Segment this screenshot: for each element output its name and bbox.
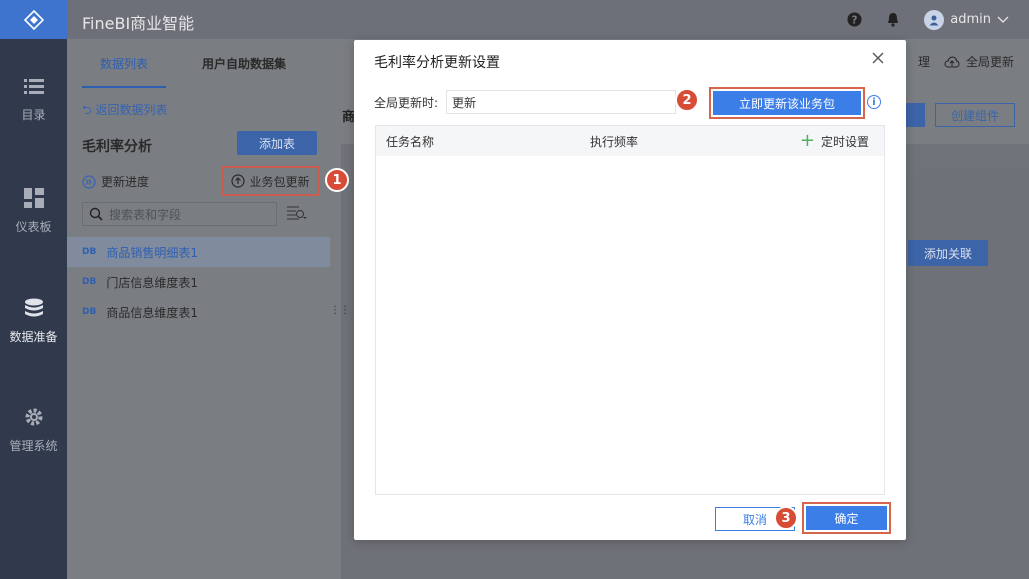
tab-self-service-dataset[interactable]: 用户自助数据集 — [202, 55, 286, 88]
pack-update-label: 业务包更新 — [249, 174, 310, 189]
chevron-down-icon — [997, 16, 1009, 23]
list-icon — [23, 79, 44, 94]
search-icon — [89, 207, 103, 221]
gear-icon — [25, 408, 42, 426]
table-list-item[interactable]: DB 门店信息维度表1 — [67, 267, 330, 297]
global-update-label: 全局更新时: — [374, 96, 439, 110]
table-name: 门店信息维度表1 — [106, 275, 198, 290]
schedule-label: 定时设置 — [820, 134, 869, 149]
back-label: 返回数据列表 — [95, 103, 168, 117]
step-badge-2: 2 — [675, 88, 699, 112]
close-icon[interactable] — [872, 52, 884, 64]
confirm-button[interactable]: 确定 — [802, 502, 891, 534]
user-icon — [929, 15, 939, 25]
add-relation-button[interactable]: 添加关联 — [908, 240, 988, 266]
back-to-data-list-link[interactable]: ⮌ 返回数据列表 — [82, 101, 167, 122]
add-table-button[interactable]: 添加表 — [237, 131, 317, 155]
svg-text:?: ? — [852, 14, 858, 26]
plus-icon: + — [799, 130, 815, 151]
info-icon[interactable]: i — [867, 95, 881, 109]
db-tag-icon: DB — [82, 277, 97, 287]
back-arrow-icon: ⮌ — [82, 103, 92, 117]
step-badge-3: 3 — [774, 506, 798, 530]
nav-item-catalog[interactable]: 目录 — [0, 78, 67, 123]
task-table-header: 任务名称 执行频率 + 定时设置 — [376, 126, 884, 156]
top-header: FineBI商业智能 ? admin — [67, 0, 1029, 39]
nav-item-data-prep[interactable]: 数据准备 — [0, 298, 67, 345]
search-tables-input[interactable]: 搜索表和字段 — [82, 202, 277, 226]
left-navigation: 目录 仪表板 数据准备 管理系统 — [0, 0, 67, 579]
partial-action-label: 理 — [917, 55, 930, 69]
filter-icon[interactable] — [287, 206, 307, 220]
global-update-button[interactable]: 全局更新 — [944, 53, 1014, 70]
help-icon[interactable]: ? — [847, 12, 862, 27]
data-list-panel: 数据列表 用户自助数据集 ⮌ 返回数据列表 毛利率分析 添加表 更新进度 业务包… — [67, 39, 330, 579]
step-badge-1: 1 — [325, 168, 349, 192]
nav-label: 仪表板 — [15, 220, 52, 234]
create-component-button[interactable]: 创建组件 — [935, 103, 1015, 127]
username: admin — [950, 12, 991, 27]
add-schedule-button[interactable]: + 定时设置 — [800, 132, 869, 150]
app-logo[interactable] — [0, 0, 67, 39]
db-tag-icon: DB — [82, 307, 97, 317]
nav-item-dashboard[interactable]: 仪表板 — [0, 188, 67, 235]
app-title: FineBI商业智能 — [82, 14, 195, 33]
panel-resize-handle[interactable]: ⋮⋮ — [330, 305, 350, 316]
table-list-item[interactable]: DB 商品销售明细表1 — [67, 237, 330, 267]
column-task-name: 任务名称 — [386, 134, 435, 149]
dialog-title: 毛利率分析更新设置 — [374, 55, 500, 71]
avatar — [924, 9, 945, 30]
nav-item-admin[interactable]: 管理系统 — [0, 407, 67, 454]
update-progress-link[interactable]: 更新进度 — [82, 173, 149, 190]
top-right-actions: 理 全局更新 — [918, 53, 1014, 70]
bell-icon[interactable] — [886, 12, 900, 27]
update-now-label: 立即更新该业务包 — [713, 91, 861, 115]
upload-circle-icon — [231, 174, 246, 188]
dashboard-icon — [23, 188, 44, 208]
database-icon — [24, 298, 43, 317]
tab-data-list[interactable]: 数据列表 — [82, 55, 167, 88]
cloud-upload-icon — [944, 55, 960, 67]
confirm-label: 确定 — [806, 506, 887, 530]
nav-label: 管理系统 — [9, 439, 58, 453]
table-name: 商品信息维度表1 — [106, 305, 198, 320]
business-pack-title: 毛利率分析 — [82, 139, 152, 155]
logo-icon — [23, 9, 44, 30]
update-settings-dialog: 毛利率分析更新设置 全局更新时: 更新 立即更新该业务包 i 任务名称 执行频率… — [354, 40, 906, 540]
nav-label: 数据准备 — [9, 330, 58, 344]
task-table: 任务名称 执行频率 + 定时设置 — [375, 125, 885, 495]
business-pack-update-button[interactable]: 业务包更新 — [222, 166, 319, 196]
table-name: 商品销售明细表1 — [106, 245, 198, 260]
update-pack-now-button[interactable]: 立即更新该业务包 — [709, 87, 865, 119]
table-list-item[interactable]: DB 商品信息维度表1 — [67, 297, 330, 327]
column-frequency: 执行频率 — [590, 134, 639, 149]
progress-label: 更新进度 — [101, 175, 150, 189]
global-update-label: 全局更新 — [965, 55, 1014, 69]
user-menu[interactable]: admin — [924, 9, 1009, 30]
global-update-value: 更新 — [452, 95, 477, 110]
table-list: DB 商品销售明细表1 DB 门店信息维度表1 DB 商品信息维度表1 — [67, 237, 330, 327]
progress-icon — [82, 174, 96, 189]
search-placeholder: 搜索表和字段 — [109, 207, 182, 222]
nav-label: 目录 — [21, 108, 46, 122]
partial-blue-button[interactable] — [903, 103, 925, 127]
db-tag-icon: DB — [82, 247, 97, 257]
global-update-field[interactable]: 更新 — [446, 90, 676, 114]
